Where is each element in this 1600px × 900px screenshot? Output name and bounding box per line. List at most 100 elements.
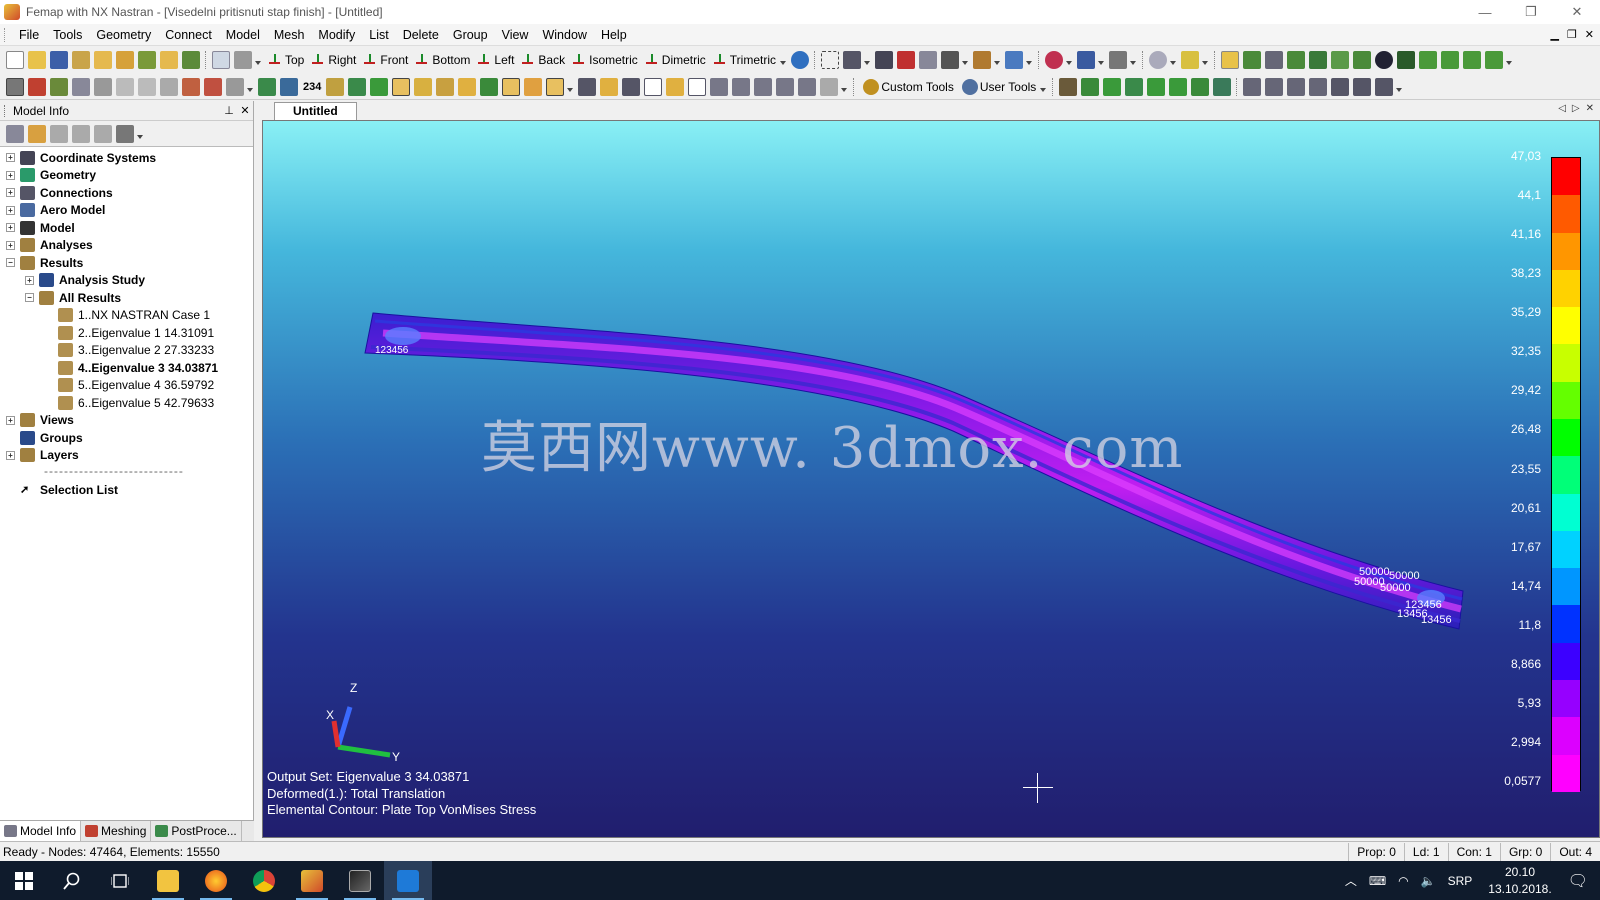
custom-tools-button[interactable]: Custom Tools (858, 77, 956, 97)
display-icon-4[interactable] (1309, 51, 1328, 69)
probe-icon[interactable] (524, 77, 543, 96)
view-top-button[interactable]: Top (264, 50, 307, 70)
menu-view[interactable]: View (495, 24, 536, 46)
link-icon[interactable] (72, 51, 90, 69)
query-icon[interactable] (546, 77, 565, 96)
arrow-icon[interactable] (348, 77, 367, 96)
display-icon-3[interactable] (1287, 51, 1306, 69)
collapse-icon[interactable]: − (6, 258, 15, 268)
selection-list-item[interactable]: ➚ Selection List (0, 481, 252, 499)
toolbar-dropdown[interactable] (1025, 51, 1033, 69)
tree-item[interactable]: + Aero Model (0, 202, 252, 220)
menu-geometry[interactable]: Geometry (89, 24, 158, 46)
tree-item[interactable]: + Geometry (0, 167, 252, 185)
menu-delete[interactable]: Delete (396, 24, 446, 46)
capture-taskbar-button[interactable] (384, 861, 432, 900)
bracket-icon-4[interactable] (776, 77, 795, 96)
plus-icon[interactable] (1181, 51, 1200, 69)
tab-next-icon[interactable]: ▷ (1572, 103, 1580, 114)
toolbar-dropdown[interactable] (566, 78, 574, 96)
tree-item[interactable]: + Analyses (0, 237, 252, 255)
user-tools-button[interactable]: User Tools (957, 77, 1039, 97)
view-front-button[interactable]: Front (359, 50, 411, 70)
menu-window[interactable]: Window (535, 24, 593, 46)
menu-help[interactable]: Help (594, 24, 634, 46)
view-options-icon[interactable] (919, 51, 938, 69)
app-taskbar-button[interactable] (336, 861, 384, 900)
tab-postprocessing[interactable]: PostProce... (151, 821, 242, 841)
menu-grip[interactable] (4, 27, 8, 42)
tab-prev-icon[interactable]: ◁ (1558, 103, 1566, 114)
clock[interactable]: 20.10 13.10.2018. (1478, 864, 1561, 898)
display-icon-2[interactable] (1265, 51, 1284, 69)
pane-grip[interactable] (4, 104, 7, 117)
view-back-button[interactable]: Back (517, 50, 568, 70)
toolbar-dropdown[interactable] (961, 51, 969, 69)
folder-list-icon[interactable] (94, 51, 112, 69)
mesh-tool-icon-7[interactable] (1375, 77, 1394, 96)
expand-icon[interactable]: + (6, 415, 15, 425)
pointer-icon[interactable] (1077, 51, 1096, 69)
mesh-tool-icon-4[interactable] (1309, 77, 1328, 96)
constraint-icon[interactable] (1213, 77, 1232, 96)
expand-icon[interactable]: + (6, 240, 15, 250)
animate-icon[interactable] (370, 77, 389, 96)
display-icon-10[interactable] (1463, 51, 1482, 69)
report-icon[interactable] (820, 77, 839, 96)
mesh-tool-icon-5[interactable] (1331, 77, 1350, 96)
menu-modify[interactable]: Modify (311, 24, 362, 46)
charting-icon[interactable] (182, 77, 200, 96)
text-icon[interactable] (392, 77, 411, 96)
tree-item[interactable]: 3..Eigenvalue 2 27.33233 (0, 342, 252, 360)
toolbar-dropdown[interactable] (1065, 51, 1073, 69)
mesh-tool-icon-1[interactable] (1243, 77, 1262, 96)
tab-close-icon[interactable]: ✕ (1586, 103, 1594, 114)
mdi-close-button[interactable]: ✕ (1585, 24, 1594, 46)
model-info-icon[interactable] (6, 77, 24, 96)
toolbar-dropdown[interactable] (254, 51, 262, 69)
tree-item[interactable]: − All Results (0, 289, 252, 307)
tree-item[interactable]: + Coordinate Systems (0, 149, 252, 167)
expand-icon[interactable]: + (6, 153, 15, 163)
task-view-button[interactable] (96, 861, 144, 900)
tree-icon[interactable] (182, 51, 200, 69)
contour-icon[interactable] (326, 77, 345, 96)
close-button[interactable]: ✕ (1554, 0, 1600, 24)
window-icon[interactable] (212, 51, 230, 69)
search-button[interactable] (48, 861, 96, 900)
entity-editor-icon[interactable] (50, 77, 68, 96)
cube-icon[interactable] (941, 51, 960, 69)
curve-icon[interactable] (1081, 77, 1100, 96)
snap-icon[interactable] (1149, 51, 1168, 69)
tray-chevron-icon[interactable]: ︿ (1345, 872, 1357, 889)
display-icon-6[interactable] (1353, 51, 1372, 69)
section-icon[interactable] (436, 77, 455, 96)
view-dimetric-button[interactable]: Dimetric (641, 50, 709, 70)
toolbar-dropdown[interactable] (1097, 51, 1105, 69)
select-icon[interactable] (1045, 51, 1064, 69)
tree-options-icon[interactable] (6, 124, 24, 143)
cross-icon[interactable] (480, 77, 499, 96)
mesh-tool-icon-2[interactable] (1265, 77, 1284, 96)
toolbar-dropdown[interactable] (840, 78, 848, 96)
table-grid-icon[interactable] (138, 77, 156, 96)
stack-icon[interactable] (622, 77, 641, 96)
display-icon-9[interactable] (1441, 51, 1460, 69)
restore-button[interactable]: ❐ (1508, 0, 1554, 24)
mesh-tool-icon-3[interactable] (1287, 77, 1306, 96)
tree-item[interactable]: + Layers (0, 447, 252, 465)
volume-icon[interactable]: 🔈 (1421, 874, 1436, 888)
zoom-window-icon[interactable] (821, 51, 840, 69)
tree-dropdown[interactable] (136, 125, 144, 143)
layout-icon[interactable] (204, 77, 222, 96)
keyboard-icon[interactable]: ⌨ (1369, 874, 1386, 888)
view-bottom-button[interactable]: Bottom (411, 50, 473, 70)
layers-icon[interactable] (1005, 51, 1024, 69)
expand-icon[interactable]: + (6, 170, 15, 180)
tree-item[interactable]: − Results (0, 254, 252, 272)
table-icon[interactable] (116, 51, 134, 69)
menu-group[interactable]: Group (446, 24, 495, 46)
render-icon[interactable] (973, 51, 992, 69)
tab-meshing[interactable]: Meshing (81, 821, 152, 841)
tree-refresh-icon[interactable] (50, 124, 68, 143)
